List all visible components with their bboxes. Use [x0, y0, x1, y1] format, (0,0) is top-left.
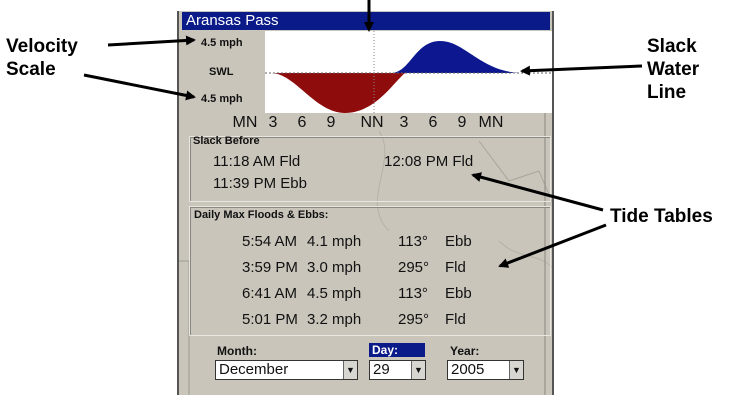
tide-arrow-table	[498, 223, 607, 268]
velocity-arrow-bottom	[83, 73, 196, 101]
callout-arrows	[83, 0, 643, 268]
slack-water-arrow	[520, 64, 643, 76]
tide-arrow-slack	[471, 172, 604, 212]
velocity-arrow-top	[107, 35, 196, 47]
